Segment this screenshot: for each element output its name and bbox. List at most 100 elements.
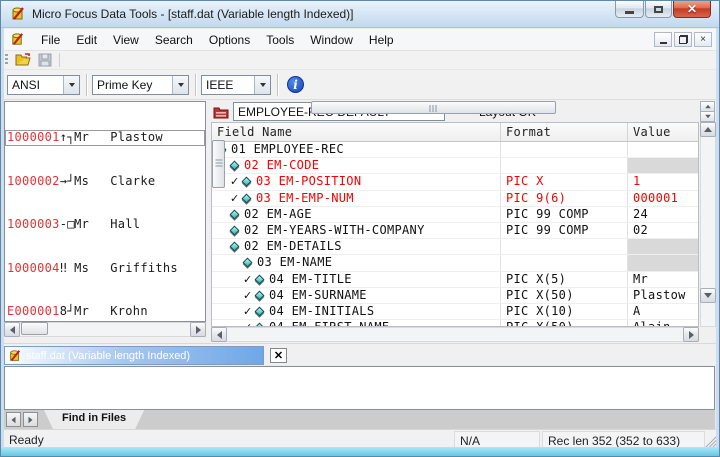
field-diamond-icon [255,290,265,300]
field-diamond-icon [242,177,252,187]
field-row[interactable]: ✓04 EM-TITLE PIC X(5) Mr [212,272,698,288]
status-na: N/A [454,431,540,448]
column-header-field-name[interactable]: Field Name [212,123,501,141]
spin-down-button[interactable] [700,111,715,122]
column-header-value[interactable]: Value [628,123,698,141]
minimize-button[interactable] [615,1,644,18]
field-row[interactable]: ✓04 EM-INITIALS PIC X(10) A [212,304,698,320]
menu-view[interactable]: View [105,30,147,50]
mdi-close-button[interactable]: × [694,32,712,47]
record-row[interactable]: 1000004‼ MsGriffiths [5,261,205,277]
scrollbar-thumb[interactable] [21,322,48,335]
info-icon: i [293,78,298,92]
menu-window[interactable]: Window [302,30,361,50]
app-icon [10,6,26,22]
window-title: Micro Focus Data Tools - [staff.dat (Var… [32,7,354,21]
field-row[interactable]: ✓04 EM-FIRST-NAME PIC X(50) Alain [212,320,698,327]
info-button[interactable]: i [287,76,304,93]
field-row[interactable]: 03 EM-NAME [212,255,698,271]
field-diamond-icon [230,209,240,219]
menu-help[interactable]: Help [361,30,402,50]
charset-combo[interactable]: ANSI [7,75,80,95]
float-combo-dropdown[interactable] [254,76,270,94]
resize-grip[interactable] [703,434,716,447]
field-row[interactable]: ✓03 EM-EMP-NUM PIC 9(6) 000001 [212,191,698,207]
field-row[interactable]: ✓03 EM-POSITION PIC X 1 [212,174,698,190]
scroll-down-button[interactable] [700,288,716,303]
float-format-combo[interactable]: IEEE [201,75,271,95]
scroll-right-button[interactable] [190,322,206,337]
record-row[interactable]: 1000002→┘MsClarke [5,174,205,190]
scroll-left-button[interactable] [211,327,227,342]
record-layout-icon [213,105,230,120]
tab-close-button[interactable]: ✕ [270,348,287,363]
record-list[interactable]: 1000001↑┐MrPlastow 1000002→┘MsClarke 100… [4,101,206,322]
toolbar-separator [195,74,196,96]
mdi-restore-button[interactable] [674,32,692,47]
record-row[interactable]: E0000018┘MrKrohn [5,304,205,320]
menu-search[interactable]: Search [147,30,201,50]
field-row[interactable]: 02 EM-CODE [212,158,698,174]
mdi-minimize-icon [660,42,667,44]
maximize-button[interactable] [645,1,672,18]
record-row[interactable]: 1000001↑┐MrPlastow [5,130,205,146]
field-diamond-icon [255,307,265,317]
menu-bar: File Edit View Search Options Tools Wind… [2,29,718,51]
window-frame-bottom [1,447,719,456]
tab-label: staff.dat (Variable length Indexed) [26,350,190,362]
tab-find-in-files[interactable]: Find in Files [44,410,144,429]
open-file-button[interactable] [12,52,34,69]
key-combo-dropdown[interactable] [172,76,188,94]
main-area: 1000001↑┐MrPlastow 1000002→┘MsClarke 100… [4,100,716,343]
mdi-child-icon[interactable] [10,32,25,47]
maximize-icon [654,6,663,13]
toolbar-gripper[interactable] [5,54,8,66]
field-row[interactable]: 02 EM-YEARS-WITH-COMPANY PIC 99 COMP 02 [212,223,698,239]
scrollbar-thumb[interactable] [311,101,556,114]
check-icon: ✓ [243,288,255,303]
field-row[interactable]: ✓04 EM-SURNAME PIC X(50) Plastow [212,288,698,304]
scrollbar-track[interactable] [211,327,699,342]
field-row[interactable]: 02 EM-AGE PIC 99 COMP 24 [212,207,698,223]
key-combo[interactable]: Prime Key [92,75,189,95]
tab-staff-dat[interactable]: staff.dat (Variable length Indexed) [4,346,264,365]
scroll-up-button[interactable] [700,122,716,137]
menu-edit[interactable]: Edit [68,30,105,50]
thumb-grip [429,105,438,112]
record-spinner [700,101,715,121]
close-button[interactable]: ✕ [673,1,711,18]
arrow-left-icon [10,326,15,334]
record-row[interactable]: 1000003-□MrHall [5,217,205,233]
mdi-minimize-button[interactable] [654,32,672,47]
arrow-right-icon [29,416,33,422]
thumb-grip [215,160,222,169]
menu-file[interactable]: File [33,30,68,50]
toolbar-separator [277,74,278,96]
app-window: Micro Focus Data Tools - [staff.dat (Var… [0,0,720,457]
field-diamond-icon [230,226,240,236]
menu-tools[interactable]: Tools [258,30,302,50]
scroll-right-button[interactable] [683,327,699,342]
field-row[interactable]: 01 EMPLOYEE-REC [212,142,698,158]
scroll-left-button[interactable] [4,322,20,337]
document-tab-bar: staff.dat (Variable length Indexed) ✕ [4,343,716,365]
field-diamond-icon [255,274,265,284]
menu-options[interactable]: Options [201,30,258,50]
find-results-pane[interactable] [4,366,715,410]
tab-scroll-left-button[interactable] [6,412,21,427]
arrow-up-icon [704,127,712,132]
field-row[interactable]: 02 EM-DETAILS [212,239,698,255]
scrollbar-thumb[interactable] [212,140,225,188]
grid-header: Field Name Format Value [212,123,698,142]
check-icon: ✓ [243,320,255,327]
charset-combo-dropdown[interactable] [63,76,79,94]
check-icon: ✓ [230,191,242,206]
title-bar[interactable]: Micro Focus Data Tools - [staff.dat (Var… [1,1,719,28]
column-header-format[interactable]: Format [501,123,628,141]
tab-scroll-right-button[interactable] [23,412,38,427]
save-file-button[interactable] [34,52,56,69]
close-icon: ✕ [274,349,283,362]
mdi-restore-icon [679,35,688,44]
mdi-close-icon: × [700,34,706,45]
key-combo-value: Prime Key [93,78,172,92]
